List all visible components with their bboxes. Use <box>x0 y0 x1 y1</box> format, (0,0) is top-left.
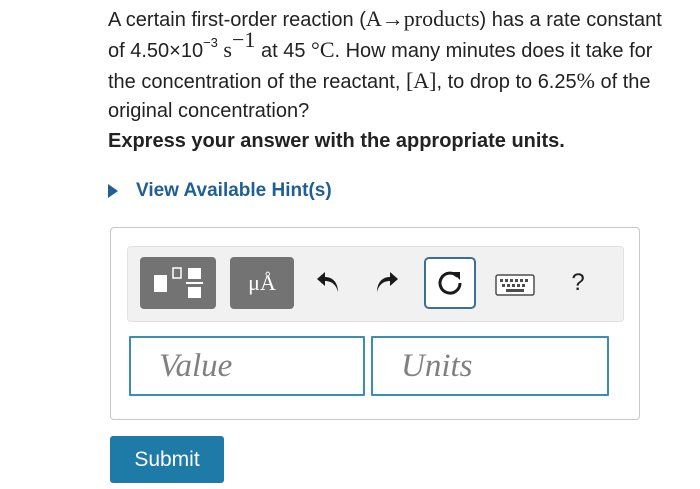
math-toolbar: μÅ ? <box>127 246 624 322</box>
undo-icon <box>317 272 338 292</box>
keyboard-icon <box>495 274 535 296</box>
rate-exponent: −3 <box>203 35 218 51</box>
keyboard-button[interactable] <box>494 269 536 301</box>
templates-button[interactable] <box>140 257 216 309</box>
help-button[interactable]: ? <box>560 265 596 301</box>
percent-symbol: % <box>576 68 595 93</box>
question-text: A certain first-order reaction (A→produc… <box>108 4 668 126</box>
reaction-expression: A→products <box>365 6 480 31</box>
reset-button[interactable] <box>424 257 476 309</box>
question-part: at 45 <box>255 40 312 62</box>
question-part: , to drop to 6.25 <box>436 71 577 93</box>
answer-box: μÅ ? Value Units <box>110 227 640 420</box>
view-hints-link[interactable]: View Available Hint(s) <box>108 180 332 202</box>
submit-button[interactable]: Submit <box>110 436 224 483</box>
help-icon: ? <box>571 269 585 296</box>
rate-unit: s <box>217 37 232 62</box>
units-placeholder: Units <box>401 347 473 384</box>
templates-icon <box>154 267 203 298</box>
redo-icon <box>377 272 398 292</box>
reset-icon <box>438 271 462 295</box>
unit-exponent: −1 <box>231 27 256 53</box>
reactant-symbol: [A] <box>405 68 437 93</box>
value-input[interactable]: Value <box>129 336 365 396</box>
units-button[interactable]: μÅ <box>230 257 294 309</box>
units-icon: μÅ <box>248 270 276 295</box>
temperature-unit: °C <box>311 37 335 62</box>
instruction-text: Express your answer with the appropriate… <box>108 130 565 152</box>
value-placeholder: Value <box>159 347 233 384</box>
units-input[interactable]: Units <box>371 336 609 396</box>
submit-label: Submit <box>134 447 200 471</box>
redo-button[interactable] <box>368 267 404 303</box>
hint-label: View Available Hint(s) <box>136 180 332 201</box>
expand-triangle-icon <box>108 184 118 198</box>
undo-button[interactable] <box>311 267 347 303</box>
